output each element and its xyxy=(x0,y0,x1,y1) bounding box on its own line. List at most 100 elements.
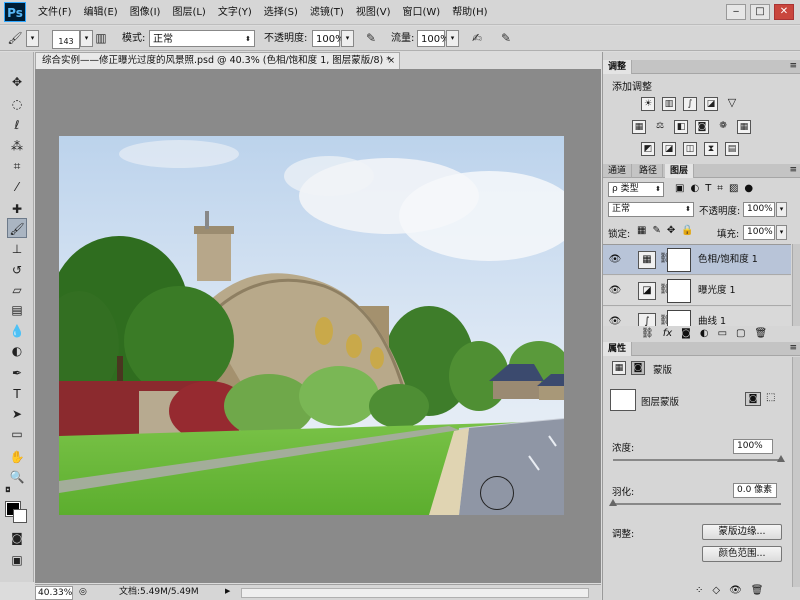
new-layer-icon[interactable]: ▢ xyxy=(736,327,745,341)
fill-input[interactable]: 100% xyxy=(743,225,775,240)
brush-preset-picker[interactable]: 143 xyxy=(52,30,80,49)
menu-item[interactable]: 选择(S) xyxy=(258,0,304,25)
color-range-button[interactable]: 颜色范围... xyxy=(702,546,782,562)
new-adjustment-icon[interactable]: ◐ xyxy=(700,327,709,341)
delete-mask-icon[interactable]: 🗑 xyxy=(751,584,764,598)
link-layers-icon[interactable]: ⛓ xyxy=(641,327,654,341)
tool-preset-dropdown[interactable]: ▾ xyxy=(26,30,39,47)
lock-transparent-icon[interactable]: ▦ xyxy=(637,225,646,236)
layer-opacity-input[interactable]: 100% xyxy=(743,202,775,217)
flow-input[interactable]: 100% xyxy=(417,30,450,47)
path-selection-tool-icon[interactable]: ➤ xyxy=(7,404,27,424)
pressure-opacity-icon[interactable]: ✎ xyxy=(362,30,380,47)
lock-image-icon[interactable]: ✎ xyxy=(652,225,660,236)
hand-tool-icon[interactable]: ✋ xyxy=(7,447,27,467)
layer-mask-thumbnail[interactable] xyxy=(667,310,691,326)
menu-item[interactable]: 编辑(E) xyxy=(78,0,124,25)
density-input[interactable]: 100% xyxy=(733,439,773,454)
levels-icon[interactable]: ▥ xyxy=(662,97,676,111)
visibility-eye-icon[interactable]: 👁 xyxy=(608,315,622,326)
adjustment-filter-icon[interactable]: ◐ xyxy=(690,183,699,194)
menu-item[interactable]: 滤镜(T) xyxy=(304,0,350,25)
color-balance-icon[interactable]: ⚖ xyxy=(653,120,667,134)
exposure-icon[interactable]: ◪ xyxy=(704,97,718,111)
menu-item[interactable]: 视图(V) xyxy=(350,0,397,25)
add-mask-icon[interactable]: ◙ xyxy=(681,327,691,341)
filter-toggle-icon[interactable]: ● xyxy=(744,183,753,194)
apply-mask-icon[interactable]: ◇ xyxy=(712,584,720,598)
properties-scrollbar[interactable] xyxy=(792,357,800,587)
menu-item[interactable]: 文字(Y) xyxy=(212,0,258,25)
canvas-area[interactable] xyxy=(35,69,601,583)
blend-mode-dropdown[interactable]: 正常 ⬍ xyxy=(608,202,694,217)
visibility-eye-icon[interactable]: 👁 xyxy=(729,584,742,598)
default-colors-icon[interactable]: ◘ xyxy=(3,485,13,495)
new-group-icon[interactable]: ▭ xyxy=(718,327,727,341)
tab-adjustments[interactable]: 调整 xyxy=(603,60,633,74)
brightness-icon[interactable]: ☀ xyxy=(641,97,655,111)
layer-filter-dropdown[interactable]: ρ 类型 ⬍ xyxy=(608,182,664,197)
delete-layer-icon[interactable]: 🗑 xyxy=(755,327,768,341)
blur-tool-icon[interactable]: 💧 xyxy=(7,321,27,341)
layer-opacity-dropdown[interactable]: ▾ xyxy=(776,202,787,217)
hue-saturation-icon[interactable]: ▦ xyxy=(632,120,646,134)
zoom-tool-icon[interactable]: 🔍 xyxy=(7,467,27,487)
curves-icon[interactable]: ∫ xyxy=(683,97,697,111)
panel-menu-icon[interactable]: ≡ xyxy=(789,60,797,73)
menu-item[interactable]: 文件(F) xyxy=(32,0,78,25)
type-tool-icon[interactable]: T xyxy=(7,384,27,404)
lasso-tool-icon[interactable]: ℓ xyxy=(7,115,27,135)
brush-tool-icon[interactable]: 🖌 xyxy=(6,30,24,47)
lock-position-icon[interactable]: ✥ xyxy=(667,225,675,236)
shape-filter-icon[interactable]: ⌗ xyxy=(717,183,723,194)
tab-layers[interactable]: 图层 xyxy=(665,164,695,178)
eyedropper-tool-icon[interactable]: ⁄ xyxy=(7,177,27,197)
close-button[interactable]: ✕ xyxy=(774,4,794,20)
flow-dropdown[interactable]: ▾ xyxy=(446,30,459,47)
tab-paths[interactable]: 路径 xyxy=(634,164,664,178)
screen-mode-icon[interactable]: ▣ xyxy=(7,550,27,570)
vibrance-icon[interactable]: ▽ xyxy=(725,97,739,111)
feather-slider-thumb[interactable] xyxy=(609,499,617,506)
layer-row[interactable]: 👁 ∫ ⛓ 曲线 1 xyxy=(603,307,791,326)
layer-row[interactable]: 👁 ▦ ⛓ 色相/饱和度 1 xyxy=(603,245,791,275)
menu-item[interactable]: 图像(I) xyxy=(124,0,167,25)
posterize-icon[interactable]: ◪ xyxy=(662,142,676,156)
gradient-map-icon[interactable]: ▤ xyxy=(725,142,739,156)
selective-color-icon[interactable]: ⧗ xyxy=(704,142,718,156)
menu-item[interactable]: 图层(L) xyxy=(166,0,211,25)
quick-mask-icon[interactable]: ◙ xyxy=(7,528,27,548)
visibility-eye-icon[interactable]: 👁 xyxy=(608,284,622,298)
layer-mask-thumbnail[interactable] xyxy=(667,279,691,303)
close-icon[interactable]: × xyxy=(387,53,395,69)
layer-style-icon[interactable]: fx xyxy=(663,327,672,341)
layer-row[interactable]: 👁 ◪ ⛓ 曝光度 1 xyxy=(603,276,791,306)
document-tab[interactable]: 综合实例——修正曝光过度的风景照.psd @ 40.3% (色相/饱和度 1, … xyxy=(35,52,400,69)
mode-dropdown[interactable]: 正常 ⬍ xyxy=(149,30,255,47)
brush-panel-toggle-icon[interactable]: ▥ xyxy=(92,30,110,47)
density-slider-thumb[interactable] xyxy=(777,455,785,462)
quick-selection-tool-icon[interactable]: ⁂ xyxy=(7,136,27,156)
horizontal-scrollbar[interactable] xyxy=(241,588,589,598)
restore-button[interactable]: □ xyxy=(750,4,770,20)
move-tool-icon[interactable]: ✥ xyxy=(7,72,27,92)
shape-tool-icon[interactable]: ▭ xyxy=(7,424,27,444)
gradient-tool-icon[interactable]: ▤ xyxy=(7,300,27,320)
status-menu-arrow-icon[interactable]: ▶ xyxy=(225,587,235,598)
dodge-tool-icon[interactable]: ◐ xyxy=(7,341,27,361)
background-color-swatch[interactable] xyxy=(13,509,27,523)
mask-properties-icon[interactable]: ◙ xyxy=(631,361,645,375)
channel-mixer-icon[interactable]: ❁ xyxy=(716,120,730,134)
pixel-mask-icon[interactable]: ◙ xyxy=(745,392,761,406)
tab-properties[interactable]: 属性 xyxy=(603,342,633,356)
status-nav-icon[interactable]: ◎ xyxy=(79,587,87,597)
photo-filter-icon[interactable]: ◙ xyxy=(695,120,709,134)
airbrush-icon[interactable]: ✍ xyxy=(468,30,486,47)
layer-mask-thumbnail[interactable] xyxy=(667,248,691,272)
panel-menu-icon[interactable]: ≡ xyxy=(789,342,797,355)
type-filter-icon[interactable]: T xyxy=(705,183,711,194)
feather-slider[interactable] xyxy=(613,503,781,505)
panel-menu-icon[interactable]: ≡ xyxy=(789,164,797,177)
opacity-dropdown[interactable]: ▾ xyxy=(341,30,354,47)
pen-tool-icon[interactable]: ✒ xyxy=(7,363,27,383)
